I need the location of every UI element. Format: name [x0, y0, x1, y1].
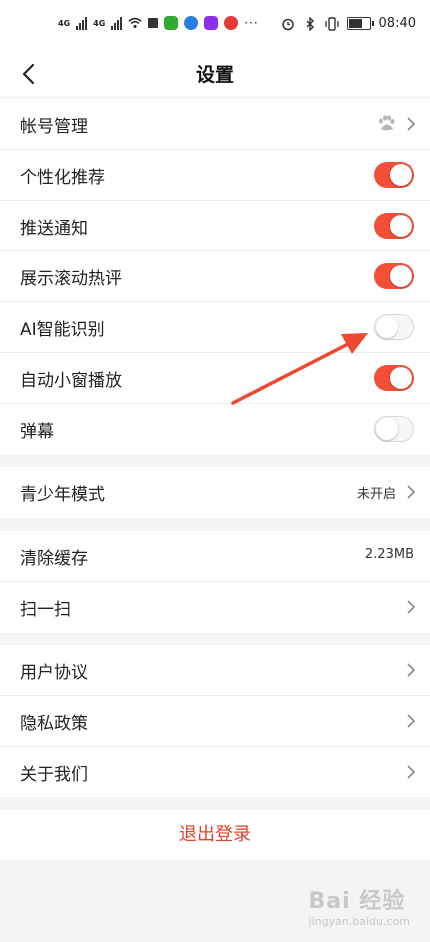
row-scroll-hot-comments: 展示滚动热评 [0, 251, 430, 303]
row-label: 隐私政策 [20, 713, 88, 734]
row-label: 青少年模式 [20, 485, 105, 505]
bluetooth-icon [306, 16, 314, 31]
row-user-agreement[interactable]: 用户协议 [0, 645, 430, 696]
nav-bar: 设置 [0, 52, 430, 96]
signal-icon-2 [111, 16, 123, 30]
toggle-knob [390, 265, 412, 288]
row-account-management[interactable]: 帐号管理 [0, 99, 430, 150]
settings-group-youth: 青少年模式 未开启 [0, 467, 430, 518]
row-push-notification: 推送通知 [0, 201, 430, 252]
toggle-knob [390, 366, 412, 389]
row-label: 自动小窗播放 [20, 370, 122, 391]
toggle-auto-mini-window[interactable] [374, 364, 414, 391]
row-personalized-recommend: 个性化推荐 [0, 150, 430, 201]
chevron-right-icon [407, 600, 416, 614]
chevron-right-icon [407, 714, 416, 728]
logout-button[interactable]: 退出登录 [0, 810, 430, 860]
chevron-right-icon [407, 765, 416, 779]
row-value: 2.23MB [364, 547, 414, 562]
page-title: 设置 [195, 64, 234, 86]
row-label: 推送通知 [20, 218, 88, 239]
toggle-ai-recognition[interactable] [374, 314, 414, 341]
app-icon-square [148, 18, 159, 28]
row-label: 清除缓存 [20, 549, 88, 569]
network-label-1: 4G [58, 18, 71, 28]
toggle-knob [376, 417, 398, 440]
row-about-us[interactable]: 关于我们 [0, 747, 430, 798]
watermark-sub: jingyan.baidu.com [308, 915, 410, 928]
row-value: 未开启 [356, 487, 396, 502]
settings-group-general: 帐号管理 个性化推荐 推送通知 展示滚动热评 AI智能识别 自动小窗播放 弹幕 [0, 99, 430, 455]
toggle-knob [390, 214, 412, 237]
app-icon-red [224, 16, 239, 30]
app-icon-blue [184, 16, 199, 30]
alarm-icon [281, 18, 294, 30]
row-label: 帐号管理 [20, 117, 88, 137]
settings-group-tools: 清除缓存 2.23MB 扫一扫 [0, 531, 430, 633]
watermark-text: Bai 经验 [308, 889, 406, 914]
row-label: 扫一扫 [20, 599, 71, 620]
toggle-personalized-recommend[interactable] [374, 161, 414, 188]
watermark-logo: Bai 经验 jingyan.baidu.com [308, 883, 410, 928]
row-label: 个性化推荐 [20, 167, 105, 188]
row-label: AI智能识别 [20, 320, 105, 341]
status-bar: 4G 4G ··· 08:40 [0, 0, 430, 52]
paw-icon [379, 115, 395, 131]
more-icon: ··· [244, 16, 259, 30]
network-label-2: 4G [93, 18, 106, 28]
row-clear-cache[interactable]: 清除缓存 2.23MB [0, 531, 430, 582]
row-label: 弹幕 [20, 421, 54, 442]
row-youth-mode[interactable]: 青少年模式 未开启 [0, 467, 430, 518]
row-ai-recognition: AI智能识别 [0, 302, 430, 353]
chevron-right-icon [407, 485, 416, 499]
settings-group-about: 用户协议 隐私政策 关于我们 [0, 645, 430, 798]
toggle-danmaku[interactable] [374, 415, 414, 442]
status-right: 08:40 [281, 16, 416, 31]
app-icon-green [164, 16, 179, 30]
toggle-knob [390, 163, 412, 186]
row-danmaku: 弹幕 [0, 404, 430, 455]
toggle-push-notification[interactable] [374, 212, 414, 239]
chevron-right-icon [407, 663, 416, 677]
row-label: 展示滚动热评 [20, 269, 122, 290]
wifi-icon [128, 17, 142, 29]
status-left: 4G 4G ··· [58, 16, 259, 30]
status-time: 08:40 [378, 16, 416, 31]
row-auto-mini-window: 自动小窗播放 [0, 353, 430, 404]
battery-icon [346, 17, 374, 30]
row-scan[interactable]: 扫一扫 [0, 582, 430, 633]
signal-icon [76, 16, 88, 30]
vibrate-icon [324, 16, 339, 31]
toggle-knob [376, 316, 398, 339]
toggle-scroll-hot-comments[interactable] [374, 263, 414, 290]
row-privacy-policy[interactable]: 隐私政策 [0, 696, 430, 747]
row-label: 关于我们 [20, 764, 88, 785]
app-icon-purple [204, 16, 219, 30]
row-label: 用户协议 [20, 663, 88, 683]
chevron-right-icon [407, 117, 416, 131]
